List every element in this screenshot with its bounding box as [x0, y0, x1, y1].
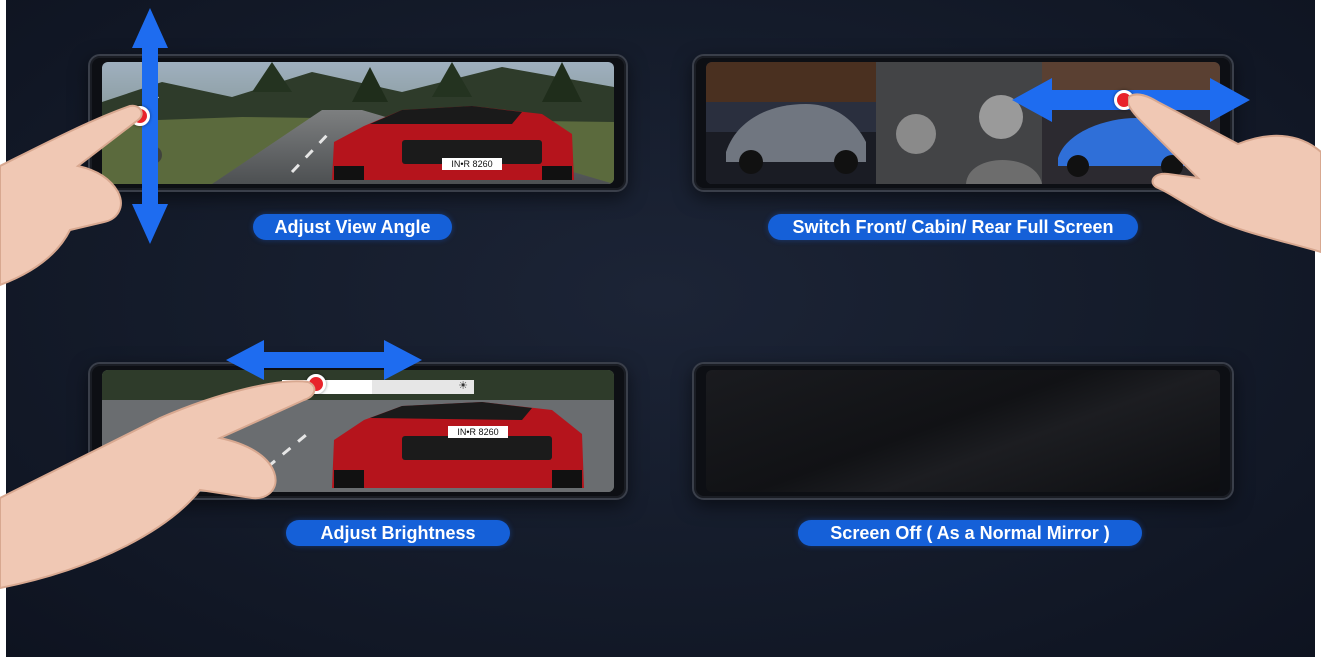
- brightness-high-icon: ☀: [458, 380, 468, 392]
- dark-mirror-screen: [706, 370, 1220, 492]
- license-plate-2: IN•R 8260: [457, 427, 498, 437]
- hand-pointer-icon: [0, 104, 143, 287]
- hand-pointer-icon: [0, 380, 316, 590]
- license-plate-1: IN•R 8260: [451, 159, 492, 169]
- mirror-screen-off: [692, 362, 1234, 500]
- mirror-view-angle: IN•R 8260 ⌃ ⌄: [88, 54, 628, 192]
- label-adjust-view-angle: Adjust View Angle: [253, 214, 452, 240]
- hand-pointer-icon: [1128, 93, 1321, 254]
- road-scene: IN•R 8260 ⌃ ⌄: [102, 62, 614, 184]
- label-switch-view: Switch Front/ Cabin/ Rear Full Screen: [768, 214, 1138, 240]
- label-screen-off: Screen Off ( As a Normal Mirror ): [798, 520, 1142, 546]
- horizontal-arrow-icon: [226, 340, 422, 380]
- road-scene-image: IN•R 8260: [102, 62, 614, 184]
- label-adjust-brightness: Adjust Brightness: [286, 520, 510, 546]
